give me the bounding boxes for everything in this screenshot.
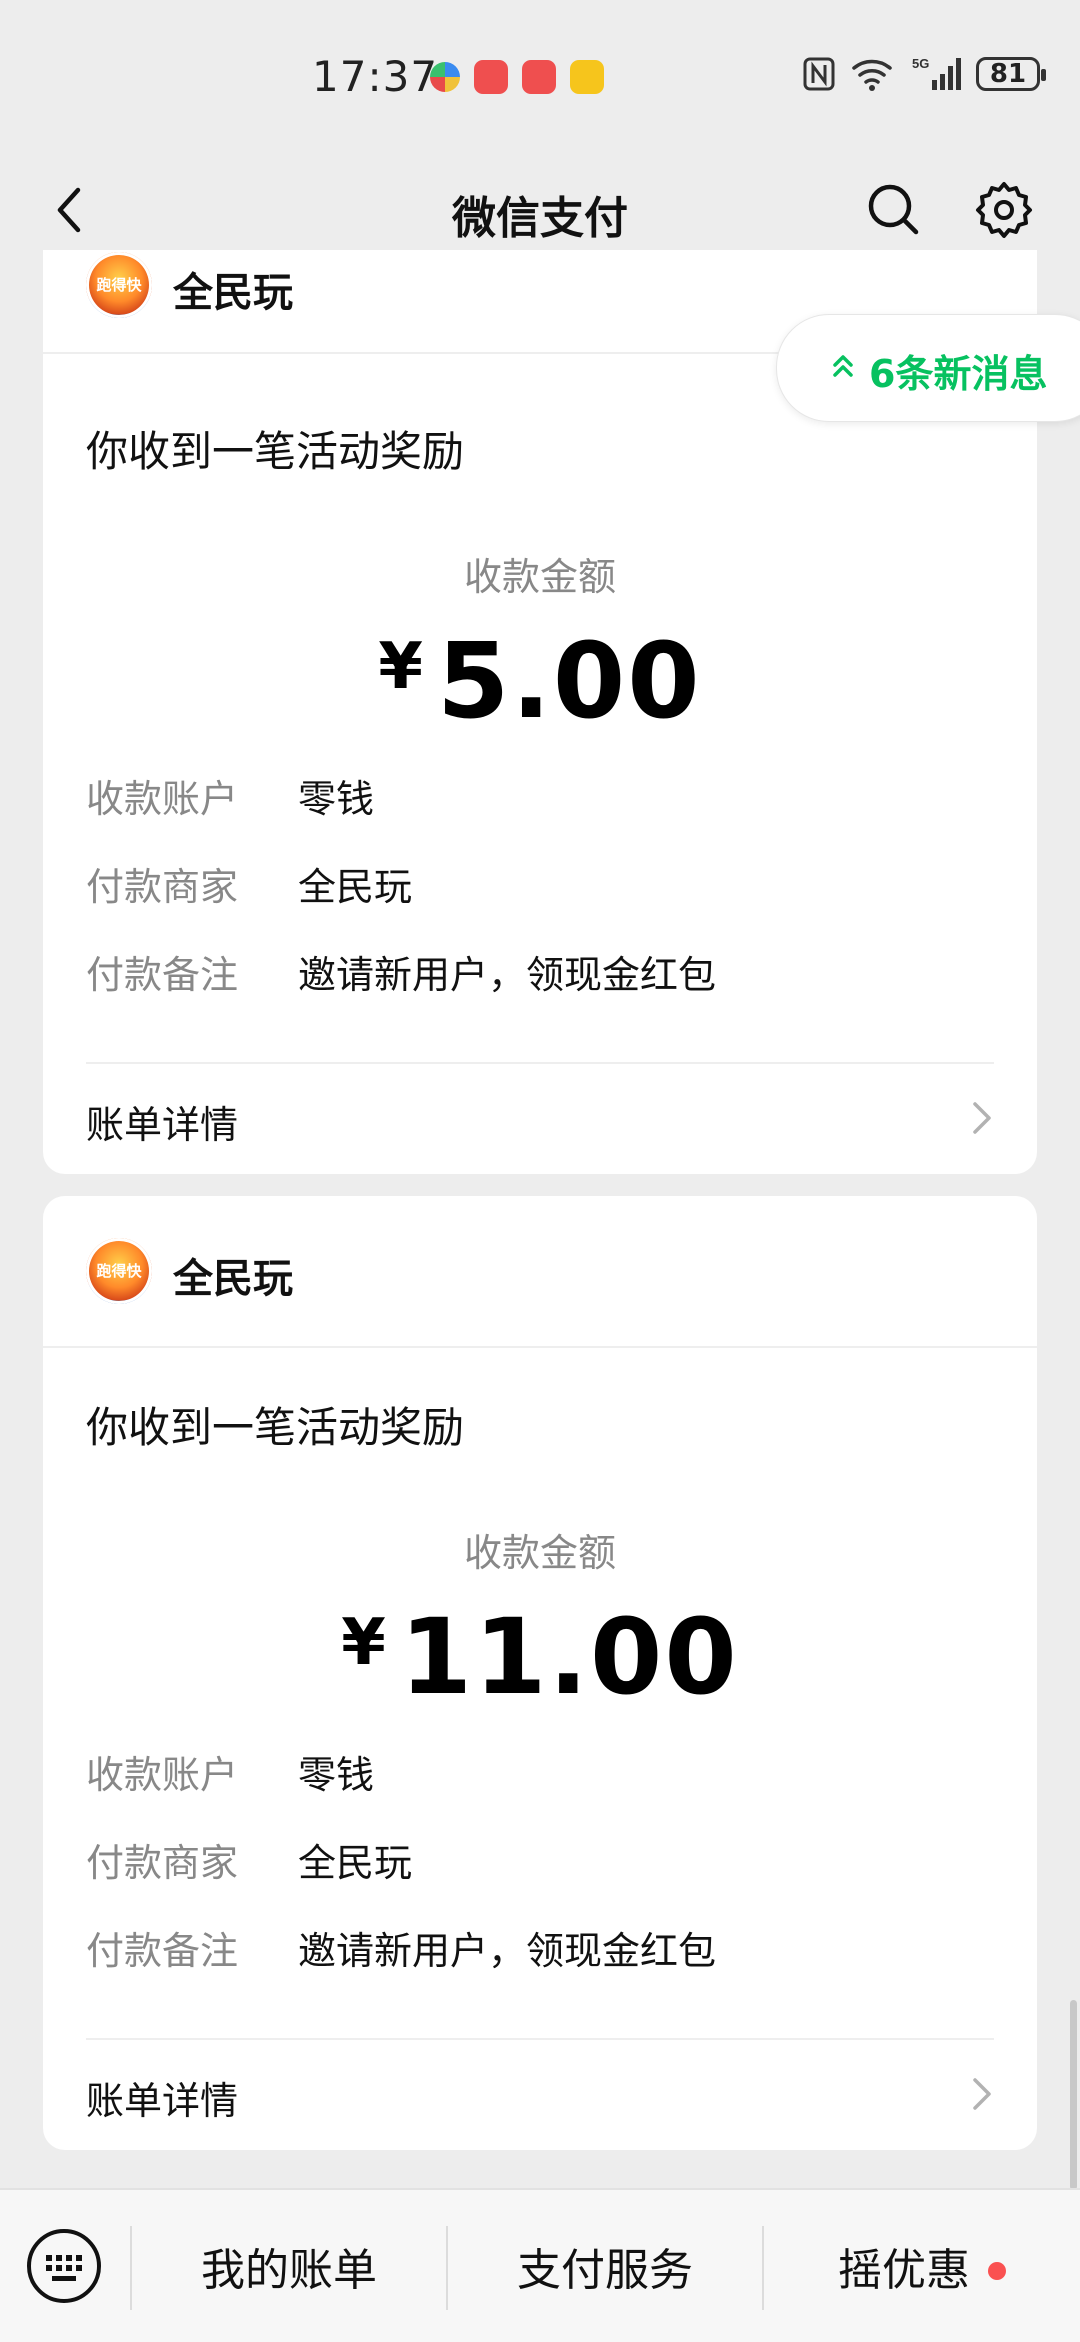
keyboard-icon[interactable] (24, 2226, 104, 2306)
currency-symbol: ¥ (378, 630, 423, 704)
info-row: 收款账户 零钱 (86, 1744, 374, 1799)
chevron-right-icon (973, 1102, 991, 1134)
info-value: 全民玩 (298, 865, 413, 909)
merchant-name: 全民玩 (173, 270, 293, 316)
info-row: 付款备注 邀请新用户，领现金红包 (86, 1920, 716, 1975)
info-key: 付款备注 (86, 953, 239, 997)
notification-icons (430, 60, 604, 94)
new-messages-label: 6条新消息 (869, 352, 1048, 396)
notification-dot (988, 2262, 1006, 2280)
menu-my-bills[interactable]: 我的账单 (134, 2234, 444, 2298)
info-key: 收款账户 (86, 777, 239, 821)
huawei-store-icon (522, 60, 556, 94)
card-title: 你收到一笔活动奖励 (86, 427, 465, 476)
info-value: 邀请新用户，领现金红包 (298, 953, 717, 997)
bottom-menu-bar: 我的账单 支付服务 摇优惠 (0, 2188, 1080, 2342)
info-value: 邀请新用户，领现金红包 (298, 1929, 717, 1973)
currency-symbol: ¥ (341, 1606, 386, 1680)
status-time: 17:37 (312, 52, 439, 101)
info-value: 全民玩 (298, 1841, 413, 1885)
info-row: 付款商家 全民玩 (86, 856, 412, 911)
info-key: 收款账户 (86, 1753, 239, 1797)
separator (446, 2226, 448, 2310)
amount: ¥11.00 (43, 1596, 1037, 1718)
scrollbar[interactable] (1070, 2000, 1077, 2190)
bill-detail-link[interactable]: 账单详情 (43, 1064, 1037, 1174)
chevron-right-icon (973, 2078, 991, 2110)
info-key: 付款备注 (86, 1929, 239, 1973)
separator (130, 2226, 132, 2310)
amount-label: 收款金额 (463, 1531, 616, 1575)
merchant-logo: 跑得快 (86, 1238, 152, 1304)
amount-label: 收款金额 (463, 555, 616, 599)
bill-detail-label: 账单详情 (86, 1103, 239, 1147)
info-row: 收款账户 零钱 (86, 768, 374, 823)
new-messages-button[interactable]: 6条新消息 (776, 314, 1080, 422)
gear-icon[interactable] (972, 178, 1036, 242)
huawei-store-icon (474, 60, 508, 94)
merchant-name: 全民玩 (173, 1256, 293, 1302)
battery-indicator: 81 (976, 57, 1046, 91)
nfc-icon (803, 57, 835, 91)
card-header: 跑得快 全民玩 (43, 1196, 1037, 1348)
separator (762, 2226, 764, 2310)
bill-detail-label: 账单详情 (86, 2079, 239, 2123)
menu-shake-deals[interactable]: 摇优惠 (766, 2234, 1056, 2298)
info-value: 零钱 (298, 1753, 375, 1797)
card-title: 你收到一笔活动奖励 (86, 1403, 465, 1452)
status-right-icons: 5G 81 (802, 56, 1046, 92)
info-key: 付款商家 (86, 1841, 239, 1885)
status-bar: 17:37 5G 81 (0, 0, 1080, 150)
search-icon[interactable] (862, 178, 926, 242)
payment-card: 跑得快 全民玩 你收到一笔活动奖励 收款金额 ¥11.00 收款账户 零钱 付款… (43, 1196, 1037, 2150)
info-key: 付款商家 (86, 865, 239, 909)
amount: ¥5.00 (43, 620, 1037, 742)
info-row: 付款备注 邀请新用户，领现金红包 (86, 944, 716, 999)
info-row: 付款商家 全民玩 (86, 1832, 412, 1887)
merchant-logo: 跑得快 (86, 252, 152, 318)
info-value: 零钱 (298, 777, 375, 821)
wifi-icon (852, 59, 892, 91)
car-app-icon (570, 60, 604, 94)
signal-icon: 5G (912, 56, 961, 90)
menu-payment-services[interactable]: 支付服务 (450, 2234, 760, 2298)
amount-value: 5.00 (436, 620, 702, 742)
svg-text:5G: 5G (912, 56, 929, 71)
bill-detail-link[interactable]: 账单详情 (43, 2040, 1037, 2150)
app-notification-icon (430, 62, 460, 92)
amount-value: 11.00 (399, 1596, 739, 1718)
double-chevron-up-icon (833, 355, 853, 377)
